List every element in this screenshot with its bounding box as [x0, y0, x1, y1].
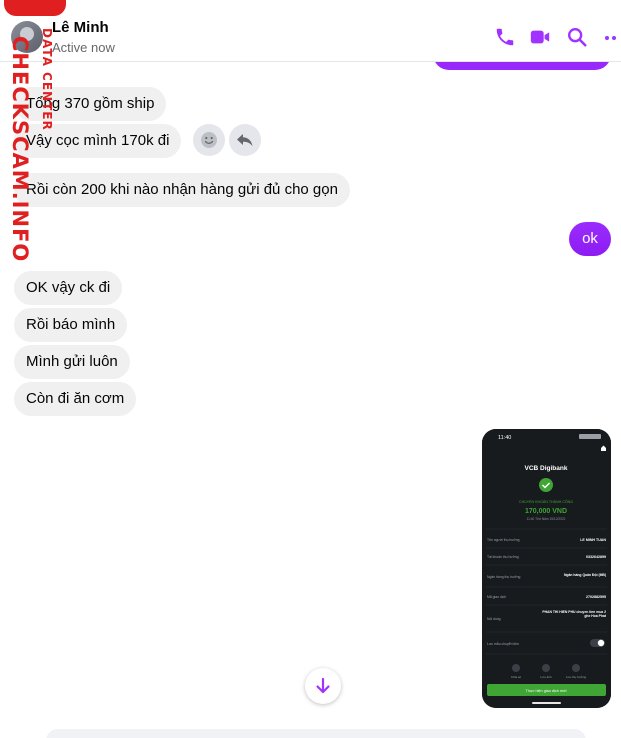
incoming-message[interactable]: Rồi còn 200 khi nào nhận hàng gửi đủ cho…	[14, 173, 350, 207]
incoming-message[interactable]: Còn đi ăn cơm	[14, 382, 137, 416]
watermark-text: CHECKSCAM.INFO	[8, 36, 32, 263]
search-icon[interactable]	[566, 26, 588, 48]
save-image-icon	[542, 664, 550, 672]
row-value: PHAN THI HIEN PHU chuyen tien mua 2 ghe …	[542, 610, 606, 619]
row-label: Ngân hàng thụ hưởng	[487, 575, 520, 579]
transfer-datetime: 11:40 Thứ Năm 15/12/2022	[527, 517, 566, 521]
action-label: Chia sẻ	[511, 675, 522, 679]
more-options-icon[interactable]	[603, 26, 619, 48]
share-icon	[512, 664, 520, 672]
video-call-icon[interactable]	[529, 26, 551, 48]
bank-name: VCB Digibank	[525, 465, 568, 472]
new-transaction-label: Thực hiện giao dịch mới	[526, 689, 567, 693]
row-label: Nội dung	[487, 617, 501, 621]
transfer-amount: 170,000 VND	[525, 508, 567, 515]
arrow-down-icon	[316, 677, 330, 694]
incoming-message[interactable]: Mình gửi luôn	[14, 345, 130, 379]
checkscam-logo	[4, 0, 66, 16]
message-input[interactable]	[46, 729, 586, 738]
watermark-subtext: DATA CENTER	[40, 28, 54, 131]
row-label: Mã giao dịch	[487, 595, 506, 599]
reply-button[interactable]	[229, 124, 261, 156]
scroll-to-bottom-button[interactable]	[305, 668, 341, 704]
contact-status: Active now	[52, 40, 115, 55]
row-value: 0332642899	[586, 555, 606, 559]
row-label: Tên người thụ hưởng	[487, 538, 520, 542]
chat-header: Lê Minh Active now	[0, 0, 621, 62]
incoming-message[interactable]: OK vậy ck đi	[14, 271, 123, 305]
row-value: 2702882595	[586, 595, 606, 599]
status-bar-icons	[579, 434, 601, 439]
receipt-time: 11:40	[498, 435, 511, 441]
row-value: LE MINH TUAN	[580, 538, 606, 542]
contact-name[interactable]: Lê Minh	[52, 19, 109, 36]
outgoing-message[interactable]: ok	[569, 222, 611, 256]
chat-window: Lê Minh Active now CHECKSCAM.INFO DATA C…	[0, 0, 621, 738]
react-button[interactable]	[193, 124, 225, 156]
incoming-message[interactable]: Rồi báo mình	[14, 308, 128, 342]
action-label: Lưu ảnh	[540, 675, 552, 679]
toggle-label: Lưu mẫu chuyển tiền	[487, 641, 519, 646]
success-icon	[539, 478, 553, 492]
action-label: Lưu thụ hưởng	[566, 675, 586, 679]
phone-icon[interactable]	[494, 26, 516, 48]
incoming-message[interactable]: Tổng 370 gồm ship	[14, 87, 167, 121]
save-beneficiary-icon	[572, 664, 580, 672]
row-label: Tài khoản thụ hưởng	[487, 555, 519, 559]
transfer-receipt-image[interactable]: 11:40 VCB Digibank CHUYỂN KHOẢN THÀNH CÔ…	[482, 429, 611, 708]
transfer-status: CHUYỂN KHOẢN THÀNH CÔNG	[519, 499, 573, 504]
row-value: Ngân hàng Quân Đội (MB)	[564, 573, 606, 577]
